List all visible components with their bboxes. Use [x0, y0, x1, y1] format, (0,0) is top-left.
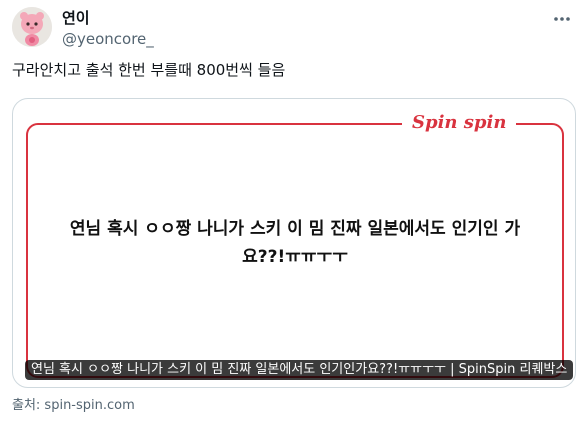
brand-logo: Spin spin — [402, 111, 517, 135]
user-handle[interactable]: @yeoncore_ — [62, 29, 154, 49]
tweet-text: 구라안치고 출석 한번 부를때 800번씩 들음 — [12, 61, 286, 79]
more-horizontal-icon — [554, 17, 570, 21]
link-card[interactable]: Spin spin 연님 혹시 ㅇㅇ짱 나니가 스키 이 밈 진짜 일본에서도 … — [12, 98, 576, 388]
avatar[interactable] — [12, 7, 52, 47]
card-question-text: 연님 혹시 ㅇㅇ짱 나니가 스키 이 밈 진짜 일본에서도 인기인 가요??!ㅠ… — [69, 219, 521, 267]
source-link[interactable]: 출처: spin-spin.com — [12, 397, 135, 415]
pink-character-avatar-icon — [12, 7, 52, 47]
display-name[interactable]: 연이 — [62, 8, 90, 28]
more-options-button[interactable] — [548, 8, 576, 30]
tweet: 연이 @yeoncore_ 구라안치고 출석 한번 부를때 800번씩 들음 S… — [0, 0, 588, 423]
card-title: 연님 혹시 ㅇㅇ짱 나니가 스키 이 밈 진짜 일본에서도 인기인가요??!ㅠㅠ… — [25, 360, 574, 380]
